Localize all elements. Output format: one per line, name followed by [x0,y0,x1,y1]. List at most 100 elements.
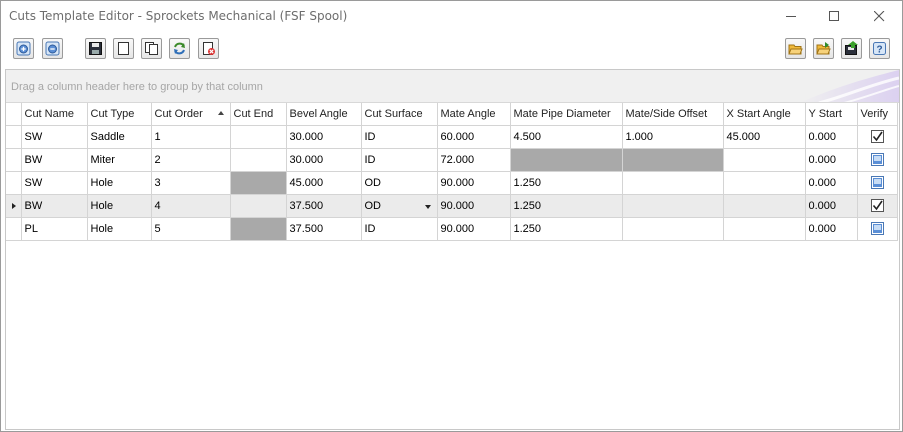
close-button[interactable] [856,1,902,32]
column-header-cut-end[interactable]: Cut End [230,103,287,126]
save-button[interactable] [85,38,106,59]
table-row-focused[interactable]: BW Hole 4 37.500 OD 90.000 1.250 0.000 [6,194,898,218]
cell-mate-pipe-diameter[interactable]: 1.250 [510,217,623,241]
table-row[interactable]: PL Hole 5 37.500 ID 90.000 1.250 0.000 [6,217,898,241]
cell-verify[interactable] [857,217,898,241]
checkbox-unchecked-icon[interactable] [870,153,884,166]
column-header-y-start[interactable]: Y Start [805,103,858,126]
cell-x-start-angle[interactable] [723,171,806,195]
maximize-button[interactable] [811,1,857,32]
table-row[interactable]: SW Saddle 1 30.000 ID 60.000 4.500 1.000… [6,125,898,149]
cell-x-start-angle[interactable] [723,148,806,172]
cell-cut-surface[interactable]: ID [361,148,438,172]
cell-y-start[interactable]: 0.000 [805,171,858,195]
window-title: Cuts Template Editor - Sprockets Mechani… [9,9,348,23]
cell-mate-angle[interactable]: 90.000 [437,171,511,195]
cell-mate-angle[interactable]: 72.000 [437,148,511,172]
checkbox-checked-icon[interactable] [870,199,884,212]
column-header-bevel-angle[interactable]: Bevel Angle [286,103,362,126]
cell-cut-order[interactable]: 4 [151,194,231,218]
cell-cut-name[interactable]: BW [21,148,88,172]
new-document-button[interactable] [113,38,134,59]
cell-cut-type[interactable]: Hole [87,171,152,195]
group-panel[interactable]: Drag a column header here to group by th… [6,70,899,103]
cell-cut-name[interactable]: SW [21,171,88,195]
open-folder-button[interactable] [785,38,806,59]
cell-cut-end[interactable] [230,148,287,172]
column-header-cut-order[interactable]: Cut Order [151,103,231,126]
cell-mate-pipe-diameter[interactable]: 1.250 [510,171,623,195]
cell-verify[interactable] [857,171,898,195]
cell-bevel-angle[interactable]: 30.000 [286,148,362,172]
cell-cut-type[interactable]: Hole [87,194,152,218]
minimize-button[interactable] [768,1,814,32]
checkbox-unchecked-icon[interactable] [870,222,884,235]
column-header-cut-surface[interactable]: Cut Surface [361,103,438,126]
cell-verify[interactable] [857,148,898,172]
cell-mate-pipe-diameter[interactable]: 4.500 [510,125,623,149]
cell-cut-order[interactable]: 3 [151,171,231,195]
cell-y-start[interactable]: 0.000 [805,217,858,241]
cell-cut-order[interactable]: 5 [151,217,231,241]
checkbox-unchecked-icon[interactable] [870,176,884,189]
row-indicator[interactable] [6,217,22,241]
cell-mate-side-offset[interactable] [622,194,724,218]
cell-bevel-angle[interactable]: 37.500 [286,194,362,218]
cell-cut-order[interactable]: 1 [151,125,231,149]
folder-import-button[interactable] [813,38,834,59]
cell-cut-name[interactable]: BW [21,194,88,218]
cell-cut-end[interactable] [230,125,287,149]
cell-mate-side-offset[interactable] [622,171,724,195]
minimize-icon [785,16,796,17]
cell-cut-surface[interactable]: ID [361,125,438,149]
dropdown-arrow-icon[interactable] [424,204,431,209]
cell-x-start-angle[interactable]: 45.000 [723,125,806,149]
cell-x-start-angle[interactable] [723,194,806,218]
cell-cut-surface[interactable]: ID [361,217,438,241]
column-header-x-start-angle[interactable]: X Start Angle [723,103,806,126]
column-header-cut-type[interactable]: Cut Type [87,103,152,126]
row-indicator[interactable] [6,171,22,195]
row-indicator[interactable] [6,148,22,172]
cell-bevel-angle[interactable]: 37.500 [286,217,362,241]
column-header-mate-angle[interactable]: Mate Angle [437,103,511,126]
column-header-verify[interactable]: Verify [857,103,898,126]
cell-cut-name[interactable]: SW [21,125,88,149]
cell-cut-name[interactable]: PL [21,217,88,241]
add-row-button[interactable] [13,38,34,59]
cell-cut-type[interactable]: Saddle [87,125,152,149]
cell-y-start[interactable]: 0.000 [805,194,858,218]
row-indicator[interactable] [6,194,22,218]
cell-verify[interactable] [857,125,898,149]
cell-cut-type[interactable]: Miter [87,148,152,172]
column-header-mate-pipe-diameter[interactable]: Mate Pipe Diameter [510,103,623,126]
cell-x-start-angle[interactable] [723,217,806,241]
cell-mate-side-offset[interactable] [622,217,724,241]
cell-mate-angle[interactable]: 90.000 [437,194,511,218]
row-indicator[interactable] [6,125,22,149]
cell-bevel-angle[interactable]: 30.000 [286,125,362,149]
cell-mate-side-offset[interactable]: 1.000 [622,125,724,149]
cell-verify[interactable] [857,194,898,218]
cell-cut-order[interactable]: 2 [151,148,231,172]
export-button[interactable] [841,38,862,59]
column-header-cut-name[interactable]: Cut Name [21,103,88,126]
table-row[interactable]: SW Hole 3 45.000 OD 90.000 1.250 0.000 [6,171,898,195]
cell-cut-surface[interactable]: OD [361,171,438,195]
remove-row-button[interactable] [42,38,63,59]
cell-y-start[interactable]: 0.000 [805,125,858,149]
delete-button[interactable] [198,38,219,59]
refresh-button[interactable] [169,38,190,59]
checkbox-checked-icon[interactable] [870,130,884,143]
help-button[interactable]: ? [869,38,890,59]
cell-y-start[interactable]: 0.000 [805,148,858,172]
cell-mate-angle[interactable]: 90.000 [437,217,511,241]
cell-cut-surface-dropdown[interactable]: OD [361,194,438,218]
column-header-mate-side-offset[interactable]: Mate/Side Offset [622,103,724,126]
cell-cut-type[interactable]: Hole [87,217,152,241]
copy-button[interactable] [141,38,162,59]
cell-bevel-angle[interactable]: 45.000 [286,171,362,195]
cell-mate-angle[interactable]: 60.000 [437,125,511,149]
table-row[interactable]: BW Miter 2 30.000 ID 72.000 0.000 [6,148,898,172]
cell-mate-pipe-diameter[interactable]: 1.250 [510,194,623,218]
